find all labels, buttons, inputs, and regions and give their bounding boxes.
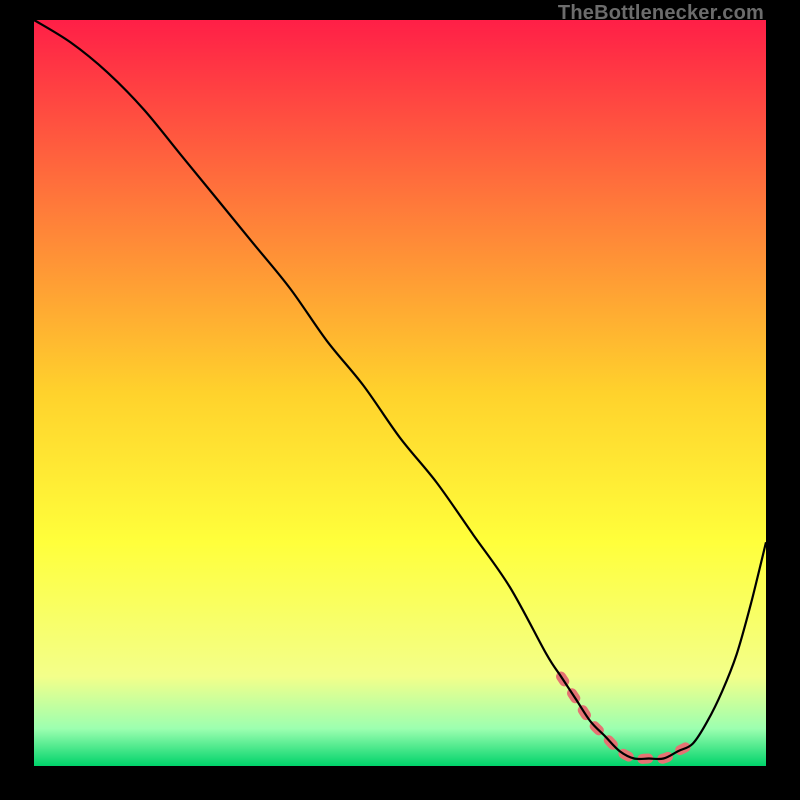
chart-frame: TheBottlenecker.com: [0, 0, 800, 800]
plot-area: [34, 20, 766, 766]
bottleneck-curve: [34, 20, 766, 759]
valley-highlight: [561, 677, 693, 760]
curve-layer: [34, 20, 766, 766]
